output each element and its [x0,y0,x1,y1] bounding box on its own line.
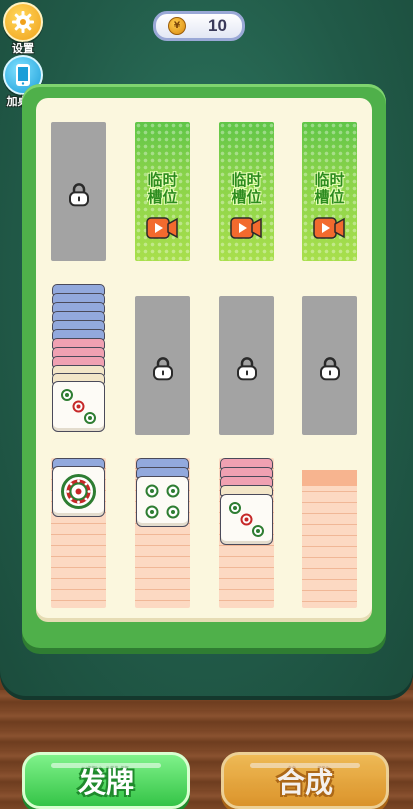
mahjong-tile-one-circle[interactable] [52,466,105,517]
lock-icon [152,356,173,380]
temp-slot-2[interactable]: 临时 槽位 [219,122,274,261]
mahjong-tile-four-circles[interactable] [136,476,189,527]
temp-slot-label: 临时 槽位 [314,171,345,206]
circle-suit-icon [145,484,180,519]
coin-icon: ¥ [168,17,186,35]
mahjong-tile-three-circles[interactable] [52,381,105,432]
lock-icon [236,356,257,380]
tile-stack-slot[interactable] [52,282,108,434]
circle-suit-icon [61,389,96,424]
temp-slot-label: 临时 槽位 [231,171,262,206]
lock-icon [319,356,340,380]
locked-slot[interactable] [51,122,106,261]
temp-slot-3[interactable]: 临时 槽位 [302,122,357,261]
button-shine [250,763,360,768]
video-ad-icon [313,217,345,239]
coin-count: 10 [208,16,227,35]
video-ad-icon [146,217,178,239]
locked-slot[interactable] [135,296,190,435]
settings-button[interactable]: 设置 [3,2,43,56]
deal-button[interactable]: 发牌 [22,752,190,809]
temp-slot-label: 临时 槽位 [147,171,178,206]
circle-suit-icon [61,474,96,509]
tile-stack-slot[interactable] [135,458,190,608]
gear-icon [3,2,43,42]
locked-slot[interactable] [302,296,357,435]
button-shine [51,763,161,768]
slot-cap [302,470,357,486]
temp-slot-1[interactable]: 临时 槽位 [135,122,190,261]
coin-counter: ¥ 10 [153,11,245,41]
mahjong-tile-three-circles[interactable] [220,494,273,545]
circle-suit-icon [229,502,264,537]
tile-stack-slot[interactable] [51,458,106,608]
video-ad-icon [230,217,262,239]
game-board: 临时 槽位 临时 槽位 临时 槽位 [22,84,386,648]
merge-button[interactable]: 合成 [221,752,389,809]
board-inner: 临时 槽位 临时 槽位 临时 槽位 [36,98,372,618]
tile-stack-slot[interactable] [219,458,274,608]
lock-icon [68,182,89,206]
empty-tile-slot[interactable] [302,470,357,608]
settings-label: 设置 [12,42,34,55]
locked-slot[interactable] [219,296,274,435]
